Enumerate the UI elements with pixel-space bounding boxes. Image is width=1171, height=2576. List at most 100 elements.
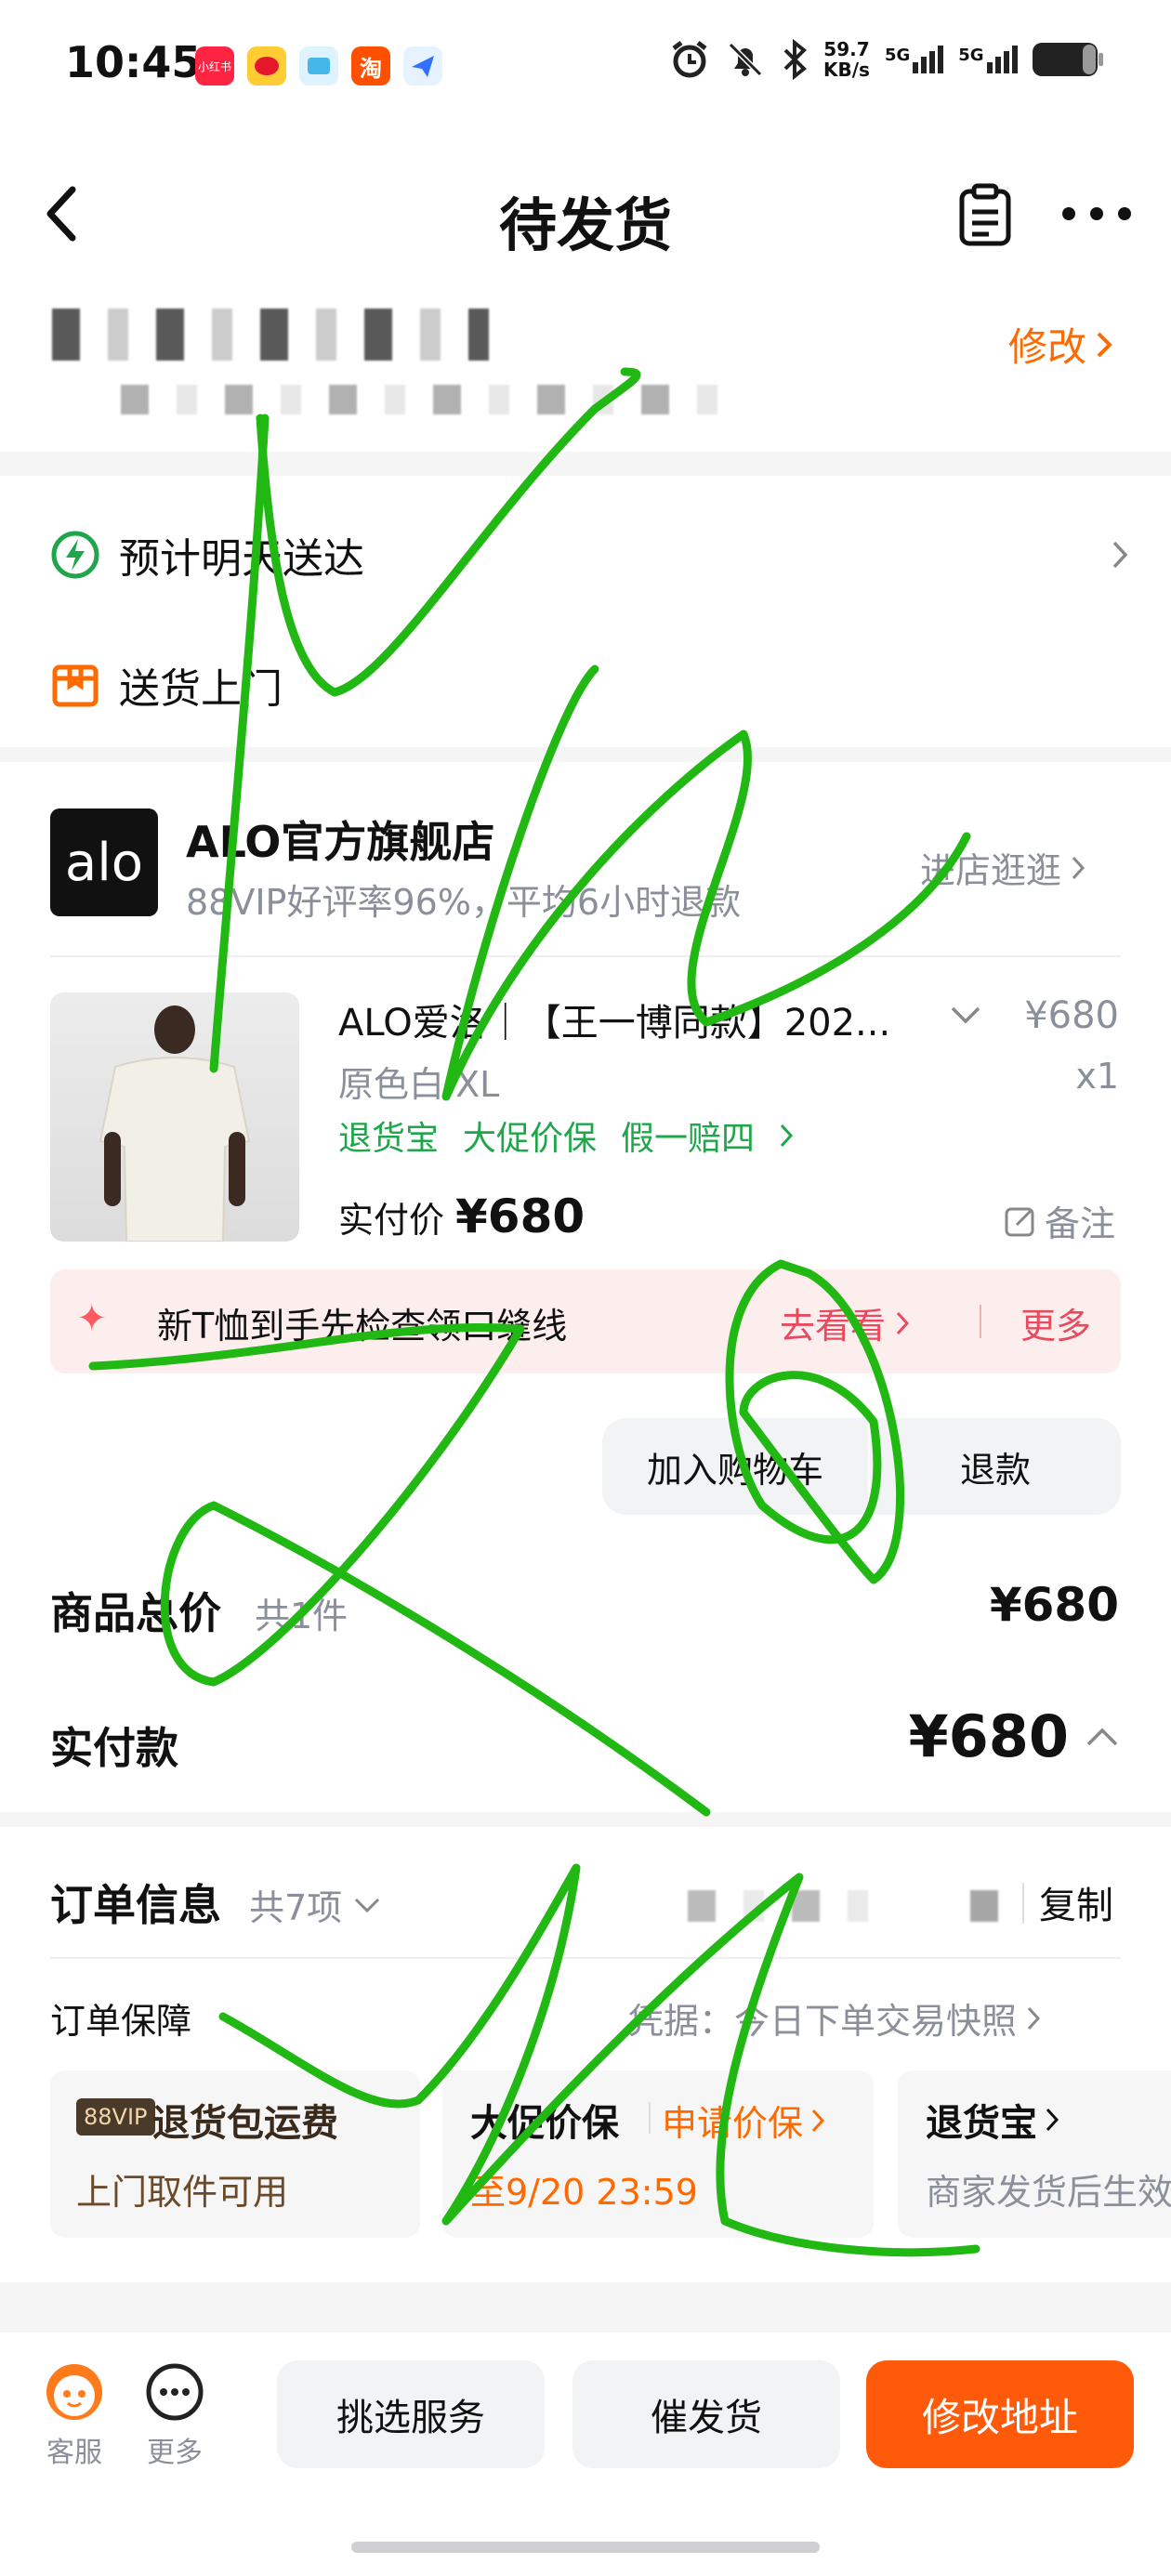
tip-go-link[interactable]: 去看看 <box>780 1297 910 1348</box>
chevron-right-icon <box>1097 332 1112 357</box>
lightning-icon <box>51 531 99 579</box>
paid-total-value: ¥680 <box>908 1702 1069 1770</box>
store-name[interactable]: ALO官方旗舰店 <box>186 808 494 870</box>
customer-service-icon <box>46 2364 102 2420</box>
total-price-value: ¥680 <box>989 1578 1119 1632</box>
product-image[interactable] <box>50 992 299 1242</box>
door-delivery-row: 送货上门 <box>50 643 283 727</box>
signal-sim2: 5G <box>958 46 1018 73</box>
order-card: alo ALO官方旗舰店 88VIP好评率96%，平均6小时退款 进店逛逛 AL… <box>0 762 1171 1812</box>
more-button[interactable]: 更多 <box>141 2360 208 2470</box>
product-spec: 原色白 XL <box>338 1064 500 1105</box>
header-bar: 待发货 <box>0 130 1171 288</box>
chevron-right-icon <box>780 1124 794 1148</box>
visit-store-link[interactable]: 进店逛逛 <box>920 842 1085 893</box>
edit-icon <box>1005 1207 1034 1236</box>
product-title[interactable]: ALO爱洛｜【王一博同款】202... <box>338 992 933 1046</box>
paid-price-row: 实付价 ¥680 <box>338 1189 585 1243</box>
item-count: 共1件 <box>255 1596 349 1636</box>
voucher-link[interactable]: 凭据：今日下单交易快照 <box>628 1992 1041 2044</box>
divider <box>50 955 1121 957</box>
copy-button[interactable]: 复制 <box>1039 1875 1113 1929</box>
add-cart-button[interactable]: 加入购物车 <box>602 1418 868 1515</box>
order-number-masked <box>688 1890 874 1922</box>
guarantee-sub: 上门取件可用 <box>76 2172 289 2213</box>
alarm-icon <box>672 41 707 78</box>
bell-off-icon <box>728 42 763 77</box>
order-info-count[interactable]: 共7项 <box>249 1879 381 1930</box>
tip-banner[interactable]: ✦ 新T恤到手先检查领口缝线 去看看 更多 <box>50 1269 1121 1373</box>
battery-icon <box>1032 43 1103 76</box>
app-icon <box>299 46 338 85</box>
customer-service-button[interactable]: 客服 <box>41 2360 108 2470</box>
order-info-title: 订单信息 <box>50 1880 221 1930</box>
tip-divider <box>980 1305 981 1338</box>
bluetooth-icon <box>783 39 807 80</box>
signal-sim1: 5G <box>885 46 944 73</box>
taobao-icon: 淘 <box>351 46 390 85</box>
product-price: ¥680 <box>1024 994 1119 1037</box>
weibo-icon <box>247 46 286 85</box>
guarantee-title: 退货宝 <box>926 2093 1059 2147</box>
urge-ship-button[interactable]: 催发货 <box>572 2360 840 2468</box>
more-circle-icon <box>146 2363 204 2421</box>
order-info-card: 订单信息 共7项 复制 订单保障 凭据：今日下单交易快照 88VIP 退货包运费… <box>0 1827 1171 2282</box>
remark-button[interactable]: 备注 <box>1004 1195 1115 1246</box>
chevron-up-icon[interactable] <box>1085 1727 1119 1747</box>
guarantee-sub: 商家发货后生效 <box>926 2172 1171 2213</box>
vip-badge: 88VIP <box>76 2098 155 2136</box>
feishu-icon <box>403 46 442 85</box>
paid-price-value: ¥680 <box>455 1189 586 1243</box>
copy-divider <box>1022 1883 1024 1924</box>
chevron-right-icon <box>1046 2108 1059 2132</box>
apply-price-protect-link[interactable]: 申请价保 <box>662 2095 825 2146</box>
chevron-right-icon <box>1027 2006 1041 2030</box>
store-subtitle: 88VIP好评率96%，平均6小时退款 <box>186 882 742 923</box>
tag-return-insurance: 退货宝 <box>338 1120 440 1158</box>
guarantee-card-price-protect[interactable]: 大促价保 申请价保 至9/20 23:59 <box>442 2070 874 2238</box>
chevron-down-icon <box>355 1898 380 1912</box>
status-right: 59.7 KB/s 5G 5G <box>669 38 1103 81</box>
store-logo[interactable]: alo <box>50 808 158 916</box>
xiaohongshu-icon: 小红书 <box>195 46 234 85</box>
guarantee-label: 订单保障 <box>50 2001 192 2042</box>
chevron-down-icon[interactable] <box>950 1005 981 1024</box>
order-number-masked-2 <box>970 1890 1007 1922</box>
status-app-icons: 小红书 淘 <box>195 46 442 85</box>
more-horizontal-icon[interactable] <box>1059 204 1134 223</box>
delivery-estimate-row[interactable]: 预计明天送达 <box>50 513 1128 597</box>
tip-more-link[interactable]: 更多 <box>1020 1297 1091 1348</box>
status-time: 10:45 <box>65 37 202 87</box>
chevron-right-icon <box>896 1311 910 1334</box>
address-detail-masked <box>121 385 725 414</box>
model-in-tshirt-image <box>99 1005 251 1242</box>
guarantee-title: 退货包运费 <box>152 2102 338 2145</box>
guarantee-divider <box>649 2102 651 2134</box>
product-tags[interactable]: 退货宝 大促价保 假一赔四 <box>338 1111 794 1160</box>
tip-text: 新T恤到手先检查领口缝线 <box>157 1306 568 1347</box>
chevron-right-icon <box>1072 856 1085 879</box>
refund-button[interactable]: 退款 <box>870 1418 1121 1515</box>
paid-total-label: 实付款 <box>50 1723 178 1773</box>
bottom-bar: 客服 更多 挑选服务 催发货 修改地址 <box>0 2333 1171 2576</box>
paid-price-label: 实付价 <box>338 1200 445 1241</box>
guarantee-card-return[interactable]: 退货宝 商家发货后生效 <box>898 2070 1171 2238</box>
product-qty: x1 <box>1075 1056 1119 1097</box>
modify-address-link[interactable]: 修改 <box>1008 316 1112 373</box>
clipboard-icon[interactable] <box>957 182 1013 247</box>
guarantee-title: 大促价保 <box>470 2102 619 2145</box>
sparkle-icon: ✦ <box>76 1297 108 1340</box>
modify-address-button[interactable]: 修改地址 <box>866 2360 1134 2468</box>
net-speed: 59.7 KB/s <box>823 38 870 81</box>
tag-fake-compensate: 假一赔四 <box>621 1120 756 1158</box>
box-icon <box>52 664 99 707</box>
chevron-right-icon <box>811 2109 825 2132</box>
guarantee-sub: 至9/20 23:59 <box>470 2172 698 2213</box>
chevron-right-icon <box>1112 541 1128 569</box>
guarantee-card-shipping[interactable]: 88VIP 退货包运费 上门取件可用 <box>50 2070 420 2238</box>
pick-service-button[interactable]: 挑选服务 <box>277 2360 545 2468</box>
address-card: 修改 <box>0 288 1171 452</box>
total-price-label: 商品总价 <box>50 1588 221 1638</box>
home-indicator <box>351 2542 820 2553</box>
address-name-masked <box>52 309 489 361</box>
